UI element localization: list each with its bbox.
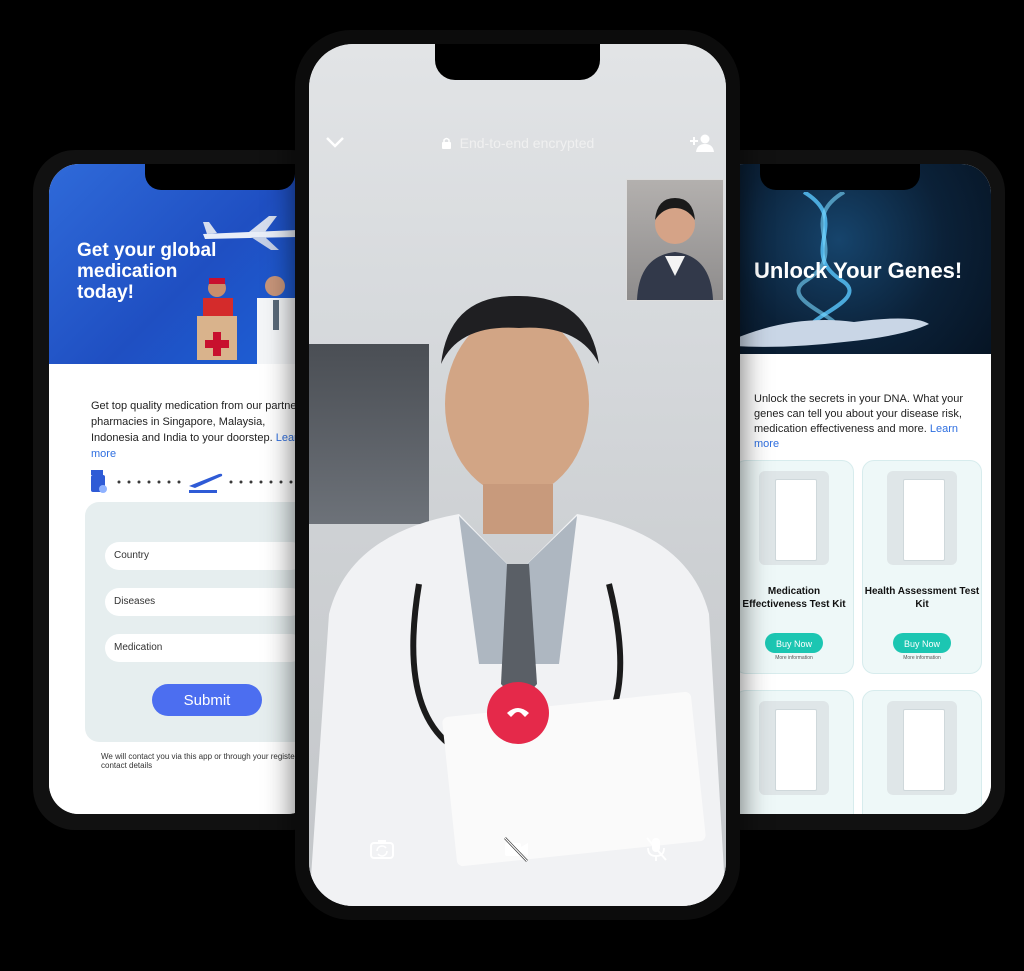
encryption-label: End-to-end encrypted [459,135,595,151]
product-card[interactable]: Health Assessment Test Kit Buy Now More … [862,460,982,674]
genes-hero-title: Unlock Your Genes! [754,258,963,283]
product-card[interactable]: Medication Effectiveness Test Kit Buy No… [734,460,854,674]
product-title: Medication Effectiveness Test Kit [742,586,846,610]
country-field[interactable]: Country [105,542,305,570]
product-card[interactable] [734,690,854,814]
medication-description: Get top quality medication from our part… [91,400,304,460]
medication-request-form: Country Diseases Medication Submit [85,502,317,742]
genes-hero-banner: Unlock Your Genes! [714,164,991,354]
test-kit-image [775,709,817,791]
contact-note: We will contact you via this app or thro… [101,752,307,770]
test-kit-image [903,479,945,561]
phone-notch [760,164,920,190]
test-kit-image [903,709,945,791]
medication-app-phone: Get your global medication today! Get to… [33,150,333,830]
plane-takeoff-icon [189,473,223,493]
doctor-illustration [309,295,726,906]
genes-description: Unlock the secrets in your DNA. What you… [754,393,964,450]
more-information-link[interactable]: More information [863,655,981,661]
patient-illustration [637,198,713,300]
genes-app-phone: Unlock Your Genes! Unlock the secrets in… [700,150,1005,830]
more-information-link[interactable]: More information [735,655,853,661]
phone-notch [145,164,295,190]
medication-app-screen: Get your global medication today! Get to… [49,164,317,814]
medication-field[interactable]: Medication [105,634,305,662]
end-call-icon [507,707,529,717]
video-off-icon[interactable] [501,834,531,864]
diseases-field[interactable]: Diseases [105,588,305,616]
doctor-video-feed [309,44,726,906]
medicine-bottle-icon [91,470,107,493]
product-card[interactable] [862,690,982,814]
add-person-icon[interactable] [689,134,715,152]
genes-app-screen: Unlock Your Genes! Unlock the secrets in… [714,164,991,814]
medication-hero-banner: Get your global medication today! [49,164,317,364]
mic-off-icon[interactable] [641,834,671,864]
end-call-button[interactable] [487,682,549,744]
delivery-and-pharmacist-illustration [197,276,295,364]
video-call-phone: End-to-end encrypted [295,30,740,920]
medication-content: Get top quality medication from our part… [49,364,317,814]
product-title: Health Assessment Test Kit [864,586,980,610]
submit-button[interactable]: Submit [152,684,262,716]
buy-now-button[interactable]: Buy Now [765,633,823,653]
lock-icon [441,137,451,149]
phone-notch [435,44,600,80]
dna-helix-illustration [796,192,852,322]
genes-content: Unlock the secrets in your DNA. What you… [714,354,991,814]
switch-camera-icon[interactable] [367,834,397,864]
self-view-video[interactable] [626,179,724,301]
open-hand-illustration [734,318,929,347]
shipping-progress-illustration [91,470,293,493]
buy-now-button[interactable]: Buy Now [893,633,951,653]
encryption-status: End-to-end encrypted [309,135,726,151]
test-kit-image [775,479,817,561]
video-call-screen: End-to-end encrypted [309,44,726,906]
